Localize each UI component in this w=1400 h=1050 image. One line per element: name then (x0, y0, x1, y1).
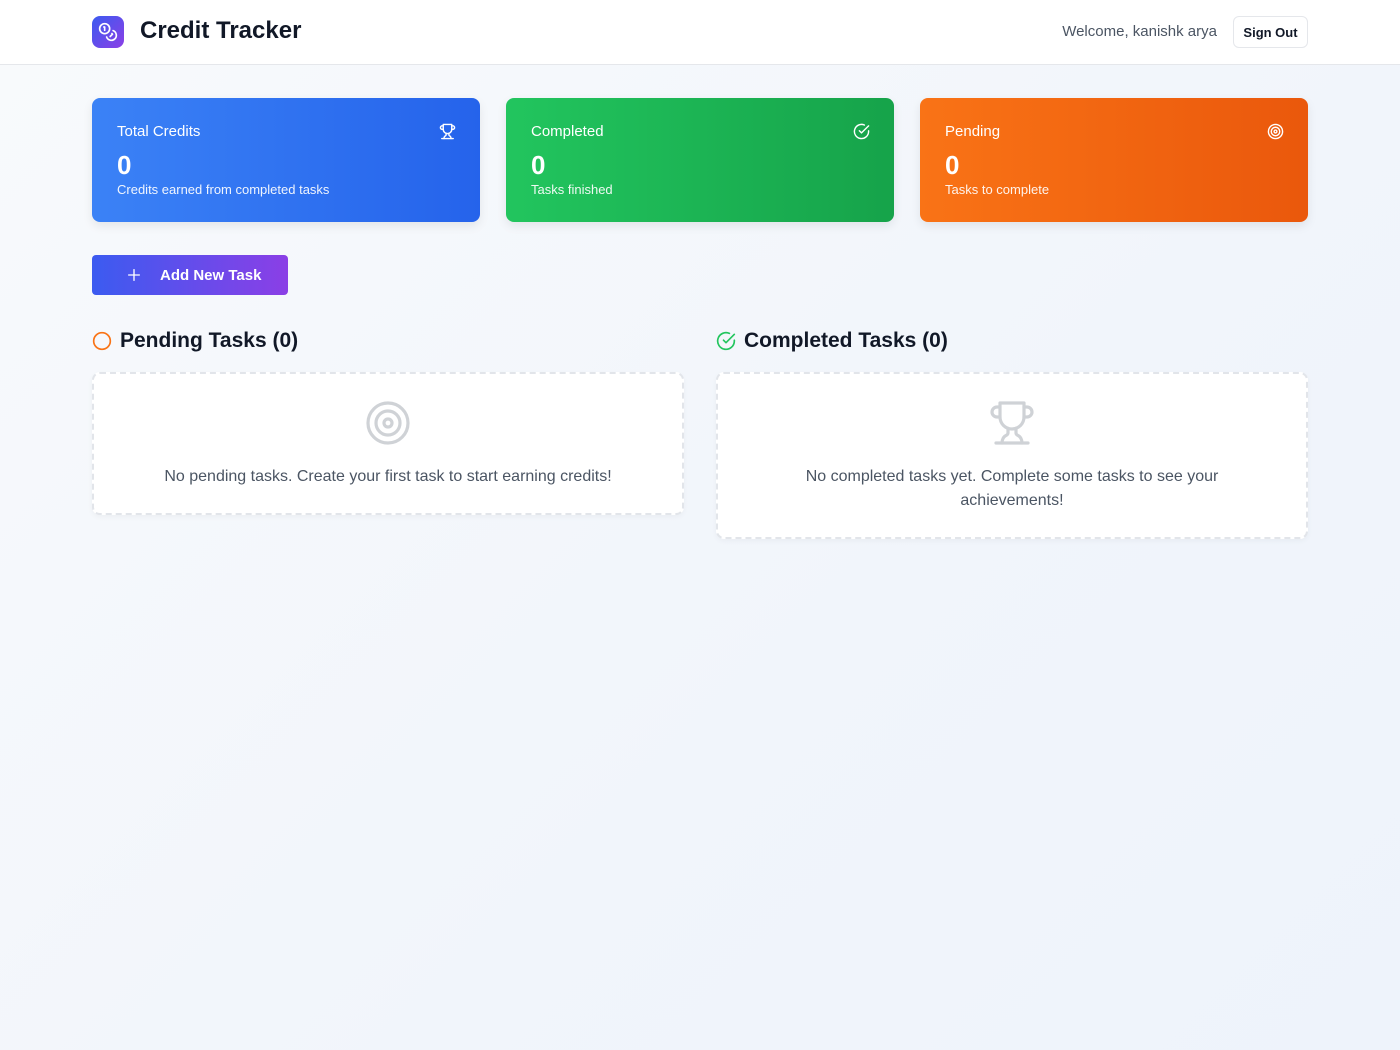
total-credits-card: Total Credits 0 Credits earned from comp… (92, 98, 480, 222)
stat-label: Pending (945, 123, 1001, 140)
target-icon (366, 401, 410, 445)
stat-subtext: Tasks to complete (945, 182, 1050, 197)
trophy-icon (439, 123, 456, 140)
stat-value: 0 (945, 150, 960, 180)
completed-tasks-title: Completed Tasks (0) (744, 329, 948, 352)
pending-tasks-title: Pending Tasks (0) (120, 329, 299, 352)
pending-empty-state: No pending tasks. Create your first task… (92, 372, 684, 515)
completed-card: Completed 0 Tasks finished (506, 98, 894, 222)
add-new-task-label: Add New Task (160, 266, 262, 284)
target-icon (1267, 123, 1284, 140)
pending-tasks-heading: Pending Tasks (0) (92, 328, 298, 354)
check-circle-icon (716, 331, 736, 351)
check-circle-icon (853, 123, 870, 140)
trophy-icon (990, 401, 1034, 445)
welcome-message: Welcome, kanishk arya (1062, 23, 1217, 40)
stat-value: 0 (531, 150, 546, 180)
add-new-task-button[interactable]: Add New Task (92, 255, 288, 295)
plus-icon (127, 269, 140, 281)
pending-empty-text: No pending tasks. Create your first task… (164, 468, 612, 485)
completed-empty-text: No completed tasks yet. Complete some ta… (805, 468, 1219, 509)
stat-label: Total Credits (117, 123, 201, 140)
completed-empty-state: No completed tasks yet. Complete some ta… (716, 372, 1308, 539)
app-logo (92, 16, 124, 48)
completed-tasks-heading: Completed Tasks (0) (716, 328, 948, 354)
stat-subtext: Credits earned from completed tasks (117, 182, 330, 197)
pending-card: Pending 0 Tasks to complete (920, 98, 1308, 222)
app-title: Credit Tracker (140, 17, 302, 44)
app-header: Credit Tracker Welcome, kanishk arya Sig… (0, 0, 1400, 65)
stat-label: Completed (531, 123, 604, 140)
circle-icon (92, 331, 112, 351)
stat-value: 0 (117, 150, 132, 180)
sign-out-button[interactable]: Sign Out (1233, 16, 1308, 48)
coins-icon (98, 22, 118, 42)
stat-subtext: Tasks finished (531, 182, 613, 197)
